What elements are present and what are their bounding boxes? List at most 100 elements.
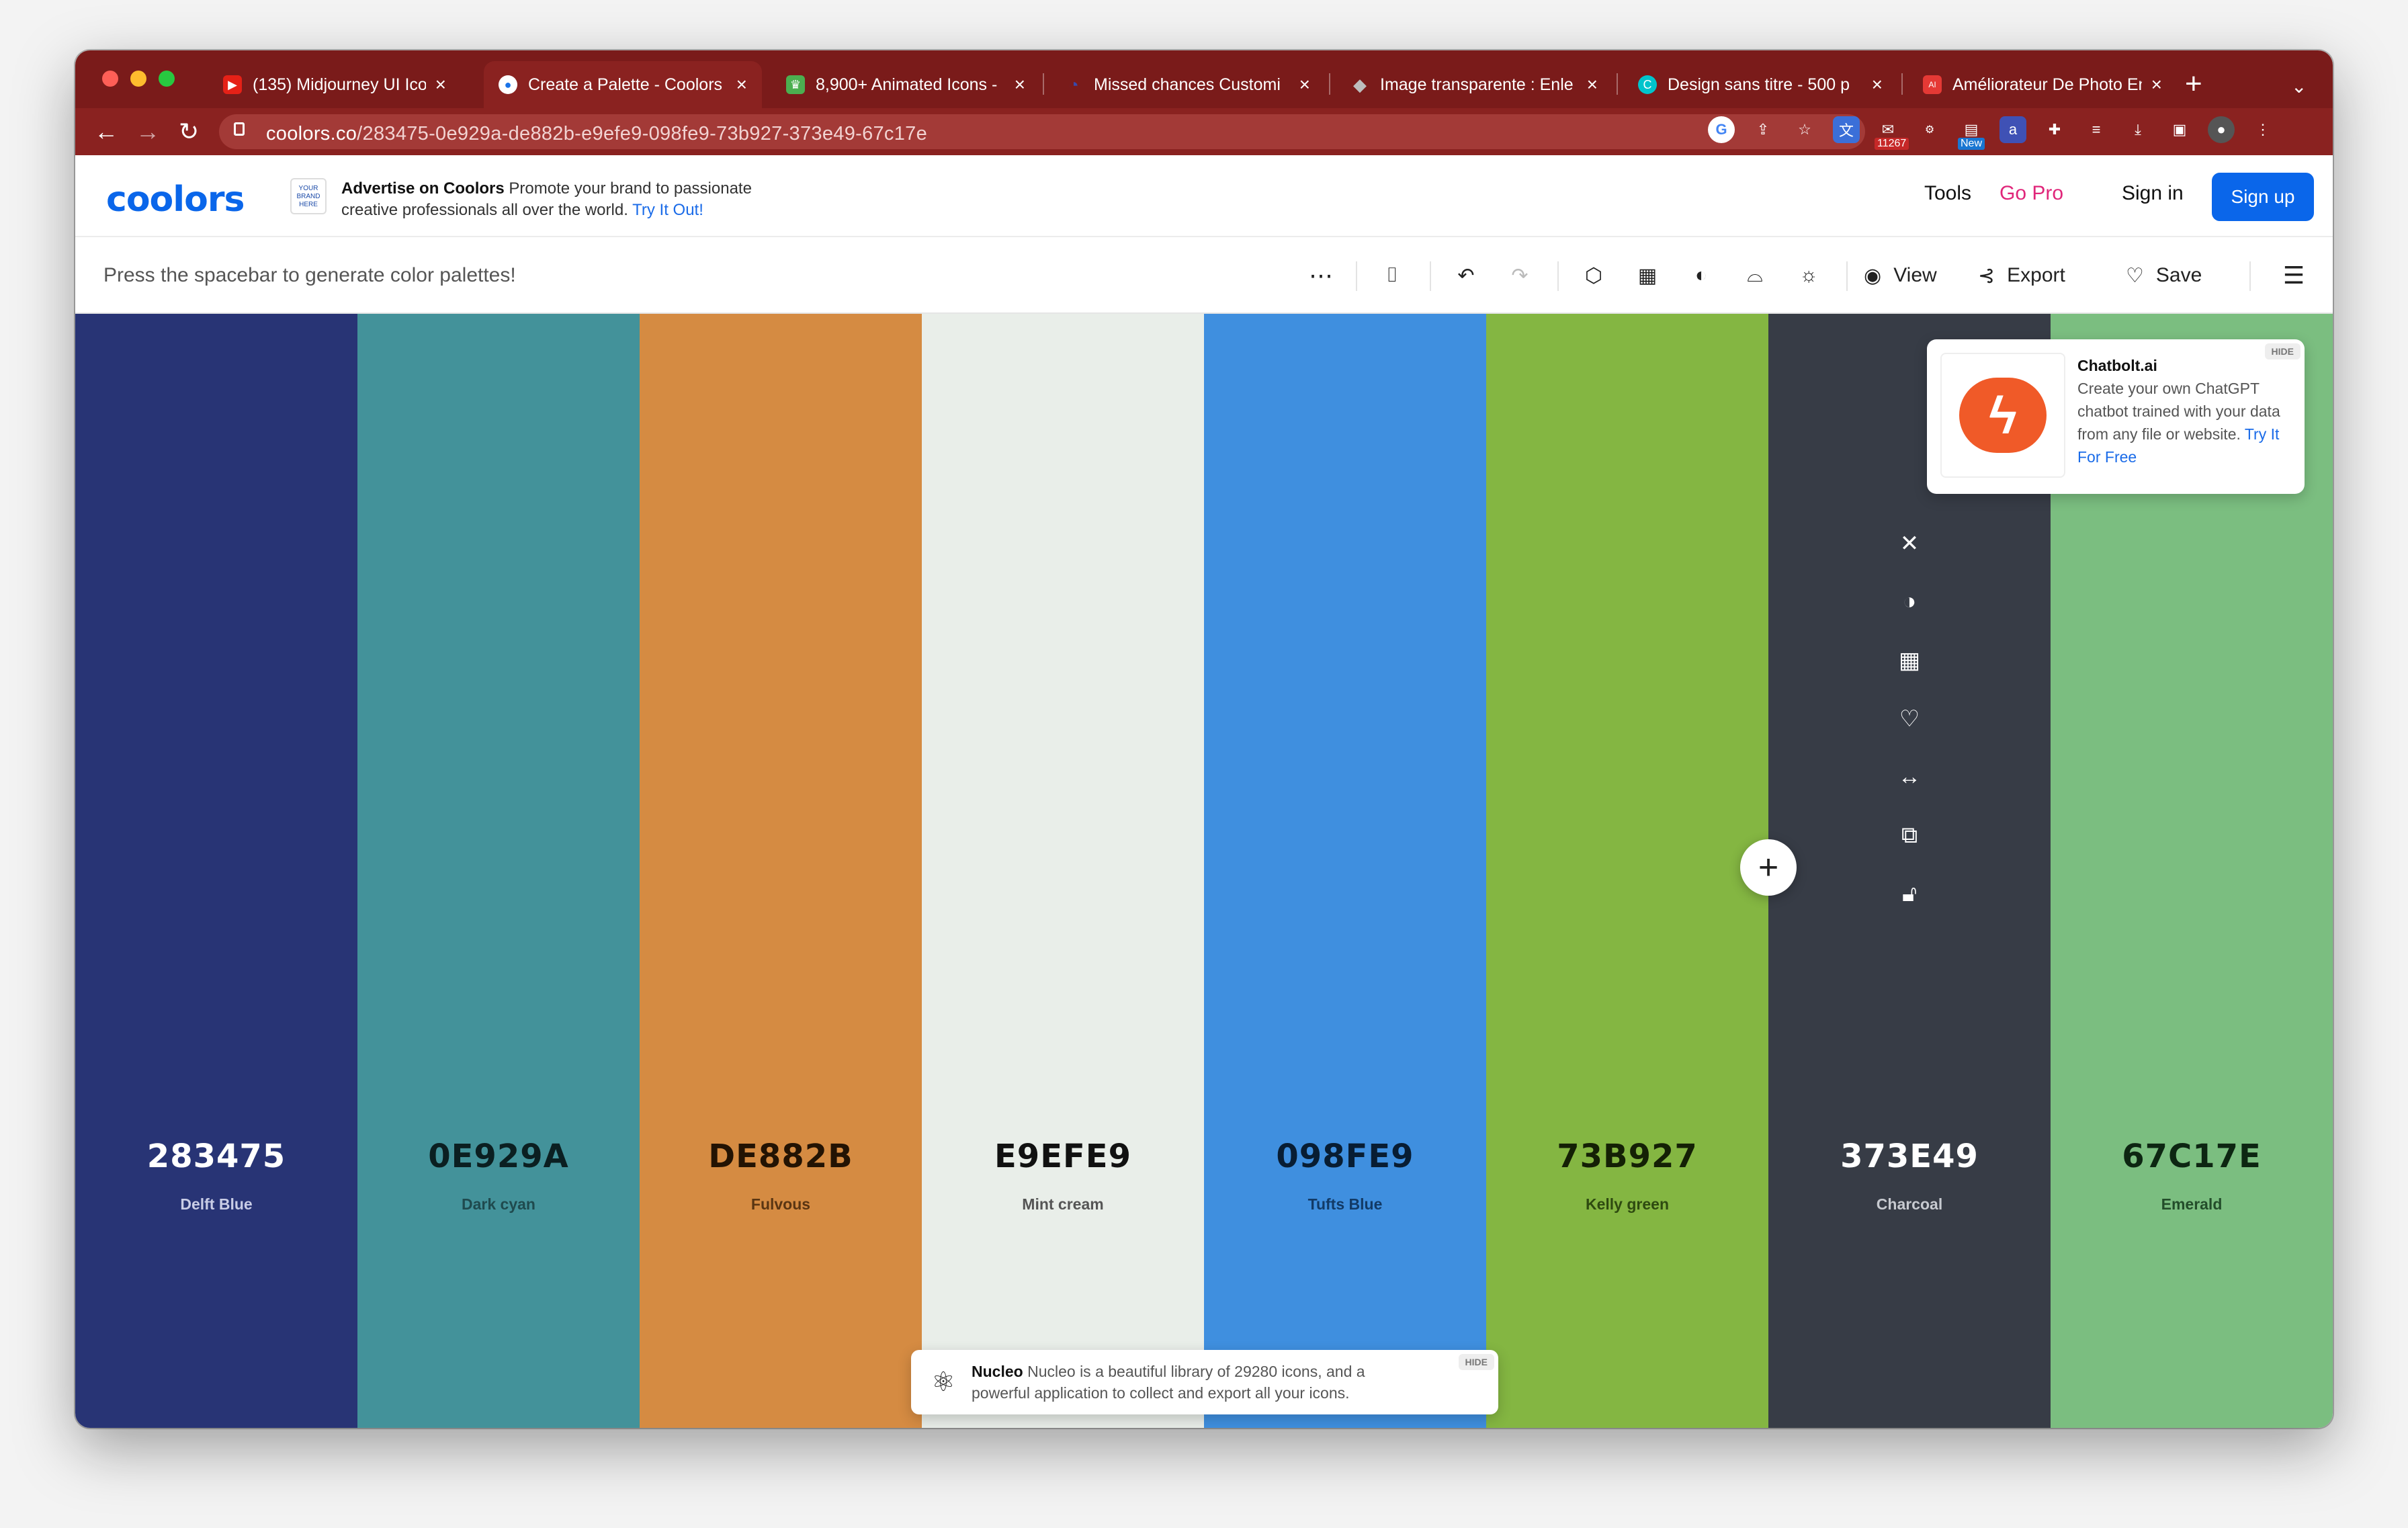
share-nodes-icon: ⊰: [1978, 264, 1995, 287]
chatbolt-ad[interactable]: ϟ Chatbolt.ai Create your own ChatGPT ch…: [1927, 339, 2305, 494]
drag-arrows-icon[interactable]: ↔: [1898, 748, 1921, 806]
hide-ad-button[interactable]: HIDE: [1458, 1354, 1494, 1370]
shades-icon[interactable]: ◑: [1903, 572, 1917, 631]
color-name[interactable]: Emerald: [2051, 1195, 2333, 1214]
mail-extension-icon[interactable]: ✉ 11267: [1875, 116, 1909, 150]
camera-icon[interactable]: ⌷: [1373, 257, 1411, 294]
close-tab-icon[interactable]: ×: [435, 74, 446, 95]
export-button[interactable]: ⊰ Export: [1978, 257, 2106, 294]
view-button[interactable]: ◉ View: [1864, 257, 1965, 294]
url-text[interactable]: coolors.co/283475-0e929a-de882b-e9efe9-0…: [266, 123, 927, 145]
color-hex[interactable]: 098FE9: [1204, 1138, 1486, 1175]
tab-search-chevron-icon[interactable]: ⌄: [2291, 68, 2307, 105]
tab-title: Create a Palette - Coolors: [528, 75, 723, 94]
palette-column[interactable]: DE882B Fulvous: [640, 314, 922, 1428]
lock-icon[interactable]: [234, 122, 245, 136]
save-label: Save: [2155, 264, 2202, 286]
forward-arrow-icon[interactable]: →: [136, 115, 160, 148]
close-tab-icon[interactable]: ×: [1587, 74, 1598, 95]
new-tab-button[interactable]: +: [2185, 65, 2202, 103]
tab-canva[interactable]: C Design sans titre - 500 p ×: [1623, 61, 1897, 108]
palette-column[interactable]: E9EFE9 Mint cream: [922, 314, 1204, 1428]
tab-picwish[interactable]: AI Améliorateur De Photo En ×: [1908, 61, 2177, 108]
copy-icon[interactable]: ⧉: [1901, 806, 1918, 865]
ad-link[interactable]: Try It Out!: [632, 201, 703, 219]
traffic-lights: [102, 71, 175, 87]
profile-avatar[interactable]: ●: [2208, 116, 2235, 143]
share-icon[interactable]: ⇪: [1750, 116, 1776, 143]
tab-coolors[interactable]: ● Create a Palette - Coolors ×: [484, 61, 762, 108]
close-tab-icon[interactable]: ×: [1872, 74, 1883, 95]
save-button[interactable]: ♡ Save: [2126, 257, 2227, 294]
contrast-icon[interactable]: ◐: [1682, 257, 1720, 294]
news-extension-icon[interactable]: ▤ New: [1958, 116, 1985, 150]
more-options-icon[interactable]: ⋯: [1302, 257, 1340, 294]
color-name[interactable]: Charcoal: [1768, 1195, 2051, 1214]
remove-color-icon[interactable]: ✕: [1900, 514, 1920, 572]
favorite-heart-icon[interactable]: ♡: [1899, 689, 1920, 748]
coolors-logo[interactable]: coolors: [106, 179, 245, 220]
sign-up-button[interactable]: Sign up: [2212, 173, 2314, 221]
maximize-window-button[interactable]: [159, 71, 175, 87]
close-window-button[interactable]: [102, 71, 118, 87]
back-arrow-icon[interactable]: ←: [94, 115, 118, 148]
brightness-icon[interactable]: ☼: [1790, 257, 1828, 294]
side-panel-icon[interactable]: ▣: [2166, 116, 2193, 143]
palette-column[interactable]: 0E929A Dark cyan: [357, 314, 640, 1428]
tab-animated-icons[interactable]: ♛ 8,900+ Animated Icons - ×: [771, 61, 1040, 108]
bookmark-star-icon[interactable]: ☆: [1791, 116, 1818, 143]
color-hex[interactable]: DE882B: [640, 1138, 922, 1175]
tab-midjourney[interactable]: ▶ (135) Midjourney UI Icons ×: [208, 61, 461, 108]
go-pro-link[interactable]: Go Pro: [2000, 182, 2063, 205]
palette-column[interactable]: 098FE9 Tufts Blue: [1204, 314, 1486, 1428]
palette-column[interactable]: 283475 Delft Blue: [75, 314, 357, 1428]
close-tab-icon[interactable]: ×: [1299, 74, 1310, 95]
minimize-window-button[interactable]: [130, 71, 146, 87]
color-name[interactable]: Fulvous: [640, 1195, 922, 1214]
color-hex[interactable]: 283475: [75, 1138, 357, 1175]
sign-in-link[interactable]: Sign in: [2122, 182, 2184, 205]
nucleo-ad[interactable]: ⚛ Nucleo Nucleo is a beautiful library o…: [911, 1350, 1498, 1414]
google-icon[interactable]: G: [1708, 116, 1735, 143]
reload-icon[interactable]: ↻: [179, 115, 199, 148]
kebab-menu-icon[interactable]: ⋮: [2249, 116, 2276, 143]
hamburger-menu-icon[interactable]: ☰: [2272, 257, 2315, 294]
hide-ad-button[interactable]: HIDE: [2264, 343, 2300, 359]
lock-color-icon[interactable]: 🔓︎: [1902, 865, 1917, 923]
color-name[interactable]: Dark cyan: [357, 1195, 640, 1214]
tab-missed-chances[interactable]: ◔ Missed chances Customi ×: [1049, 61, 1325, 108]
color-name[interactable]: Mint cream: [922, 1195, 1204, 1214]
close-tab-icon[interactable]: ×: [1015, 74, 1025, 95]
translate-extension-icon[interactable]: 文: [1833, 116, 1860, 143]
palette-column[interactable]: 73B927 Kelly green: [1486, 314, 1768, 1428]
redo-icon[interactable]: ↷: [1501, 257, 1539, 294]
close-tab-icon[interactable]: ×: [2151, 74, 2162, 95]
close-tab-icon[interactable]: ×: [736, 74, 747, 95]
color-name[interactable]: Kelly green: [1486, 1195, 1768, 1214]
glasses-icon[interactable]: ⌓: [1736, 257, 1774, 294]
settings-extension-icon[interactable]: ⚙: [1916, 116, 1943, 143]
tab-image-transparente[interactable]: ◆ Image transparente : Enle ×: [1336, 61, 1612, 108]
color-name[interactable]: Delft Blue: [75, 1195, 357, 1214]
color-hex[interactable]: 67C17E: [2051, 1138, 2333, 1175]
color-hex[interactable]: 0E929A: [357, 1138, 640, 1175]
color-hex[interactable]: 73B927: [1486, 1138, 1768, 1175]
add-color-button[interactable]: +: [1740, 839, 1797, 896]
atom-icon: ⚛: [931, 1367, 955, 1397]
grid-view-icon[interactable]: ▦: [1899, 631, 1920, 689]
puzzle-icon[interactable]: ✚: [2041, 116, 2068, 143]
language-extension-icon[interactable]: a: [2000, 116, 2026, 143]
tab-title: Design sans titre - 500 p: [1668, 75, 1850, 94]
color-hex[interactable]: 373E49: [1768, 1138, 2051, 1175]
color-name[interactable]: Tufts Blue: [1204, 1195, 1486, 1214]
tools-link[interactable]: Tools: [1924, 182, 1971, 205]
media-queue-icon[interactable]: ≡: [2083, 116, 2110, 143]
undo-icon[interactable]: ↶: [1447, 257, 1485, 294]
shapes-icon[interactable]: ⬡: [1575, 257, 1612, 294]
download-icon[interactable]: ⤓: [2124, 116, 2151, 143]
spacebar-hint: Press the spacebar to generate color pal…: [103, 264, 516, 286]
color-hex[interactable]: E9EFE9: [922, 1138, 1204, 1175]
brand-box[interactable]: YOUR BRAND HERE: [290, 178, 327, 214]
grid-icon[interactable]: ▦: [1629, 257, 1666, 294]
tab-title: Image transparente : Enle: [1380, 75, 1574, 94]
